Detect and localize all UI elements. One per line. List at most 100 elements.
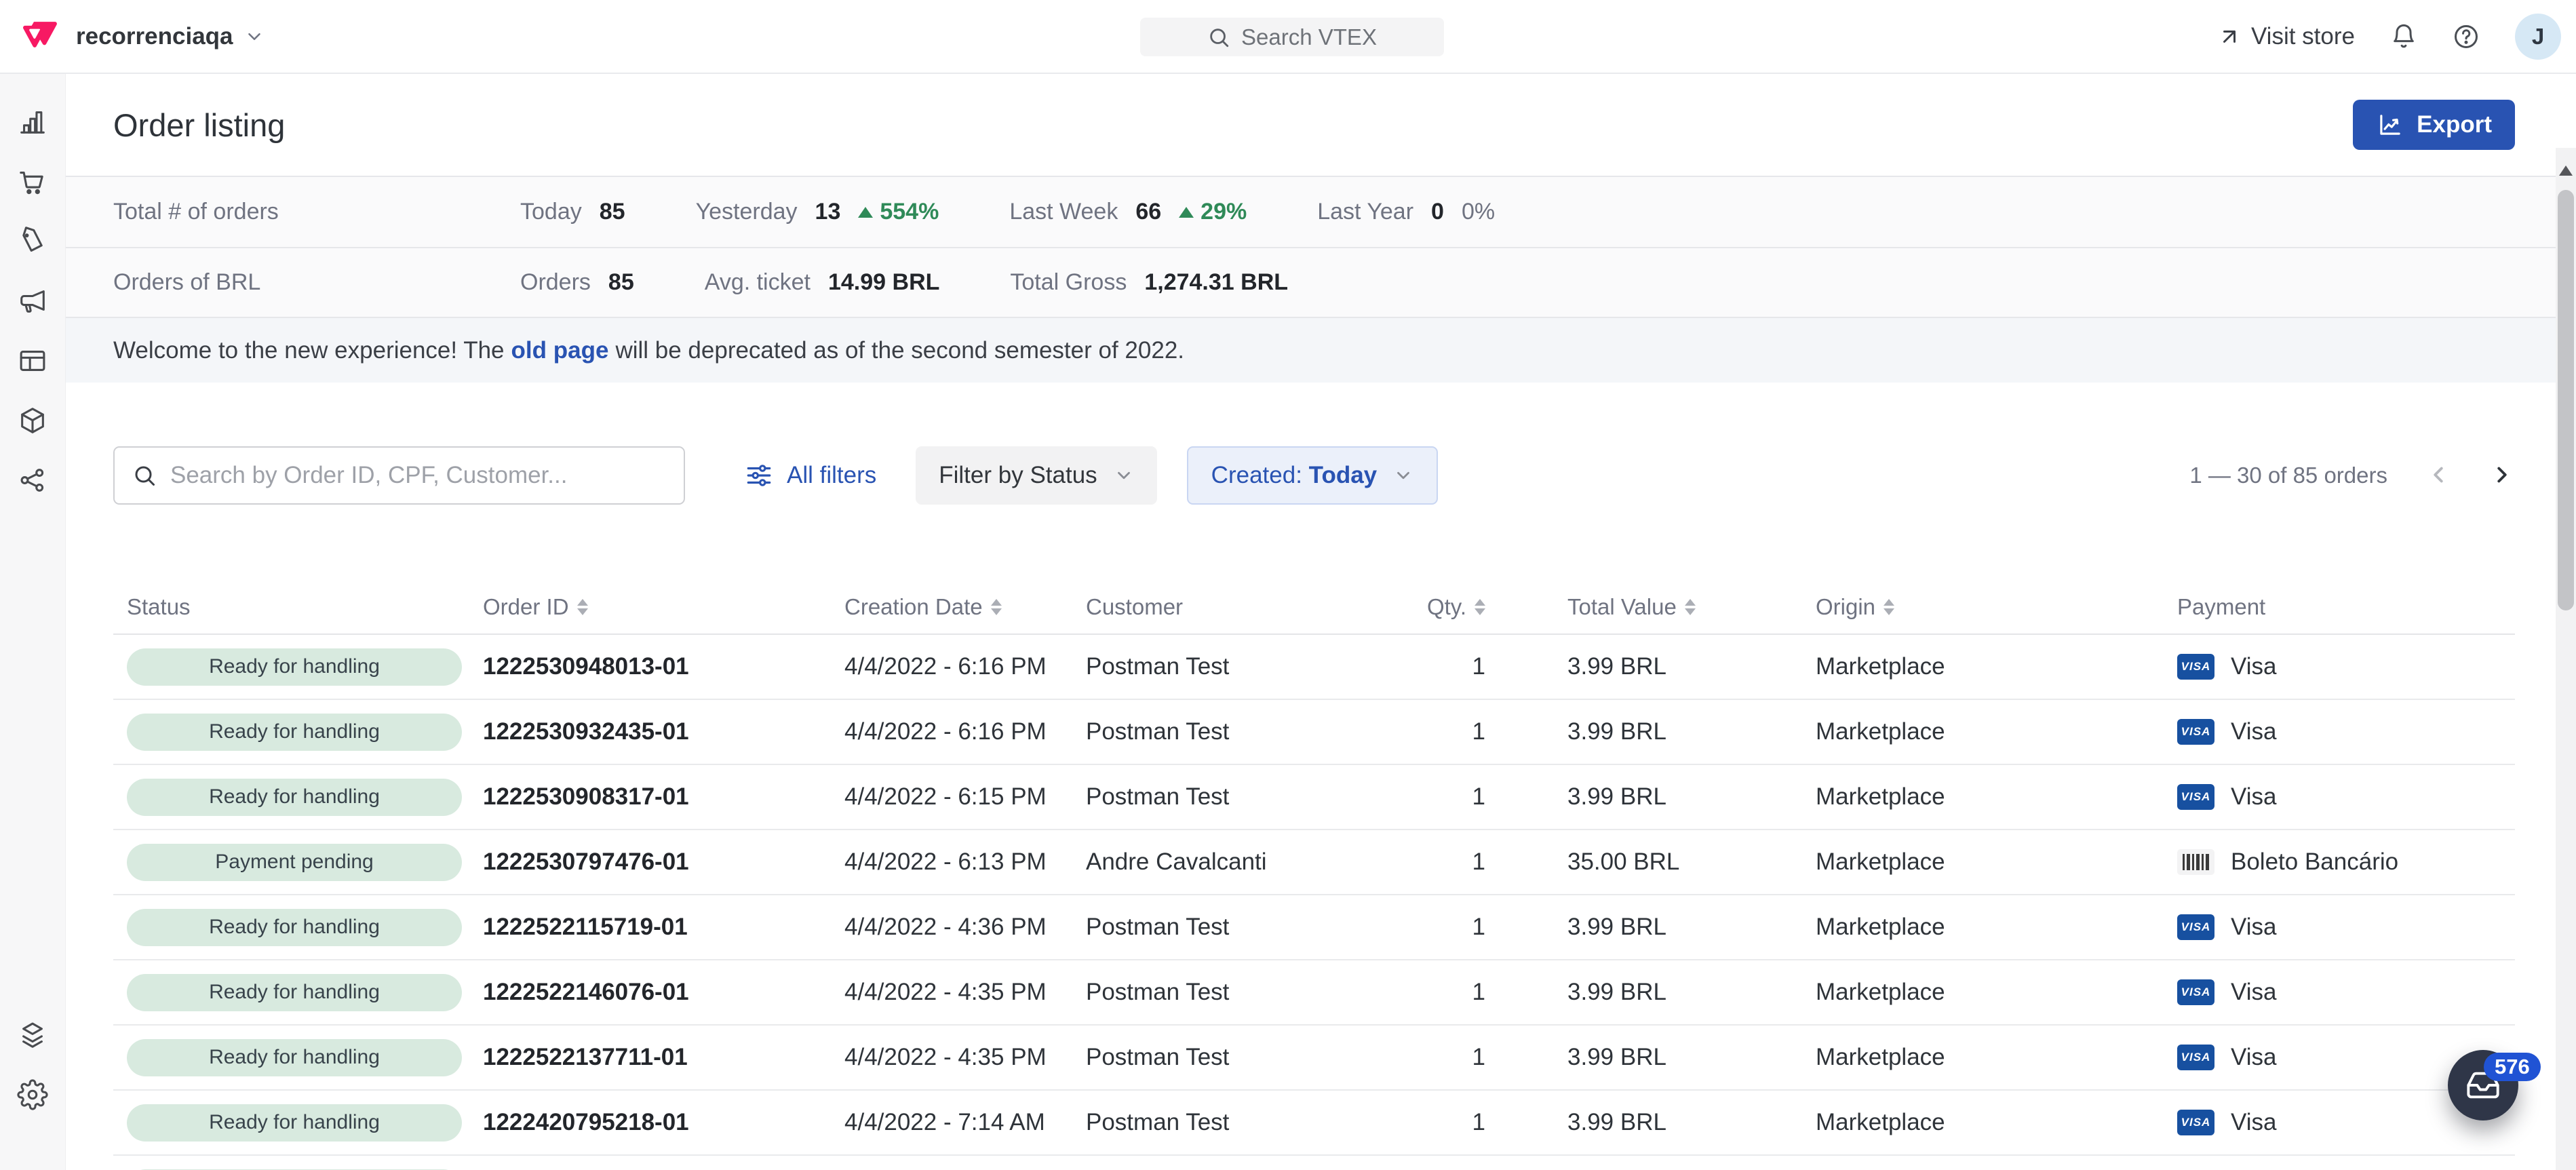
order-row[interactable]: Ready for handling1222522115719-014/4/20… [113,895,2515,960]
status-badge: Ready for handling [127,1039,462,1076]
payment-label: Boleto Bancário [2231,849,2398,876]
status-cell: Ready for handling [113,974,483,1011]
order-search-box [113,446,685,505]
sidebar-item-share[interactable] [17,465,48,496]
order-row[interactable]: Ready for handling1222420795218-014/4/20… [113,1091,2515,1156]
order-row[interactable]: Ready for handling [113,1156,2515,1170]
payment-cell: VISAVisa [2177,653,2515,680]
column-header-origin[interactable]: Origin [1816,594,2177,620]
visa-icon: VISA [2177,784,2214,810]
visit-store-button[interactable]: Visit store [2217,23,2355,50]
sidebar-item-gear[interactable] [17,1079,48,1110]
customer-cell: Postman Test [1086,914,1390,941]
column-header-label: Qty. [1427,594,1466,620]
old-page-link[interactable]: old page [511,337,609,364]
table-body: Ready for handling1222530948013-014/4/20… [113,635,2515,1170]
total-value-cell: 3.99 BRL [1513,718,1816,745]
all-filters-button[interactable]: All filters [745,461,876,490]
payment-label: Visa [2231,1109,2276,1136]
next-page-button[interactable] [2489,462,2515,490]
order-row[interactable]: Ready for handling1222522146076-014/4/20… [113,960,2515,1026]
sort-icon[interactable] [1475,599,1485,615]
customer-cell: Postman Test [1086,718,1390,745]
scroll-up-arrow[interactable] [2556,153,2576,187]
metric-label: Last Week [1009,199,1118,225]
payment-label: Visa [2231,1044,2276,1071]
metric-label: Total Gross [1010,269,1127,296]
customer-cell: Postman Test [1086,653,1390,680]
column-header-label: Order ID [483,594,569,620]
previous-page-button[interactable] [2425,462,2451,490]
order-row[interactable]: Ready for handling1222530932435-014/4/20… [113,700,2515,765]
column-header-label: Status [127,594,191,620]
cart-icon [17,189,48,200]
payment-label: Visa [2231,783,2276,811]
customer-cell: Postman Test [1086,1044,1390,1071]
pagination: 1 — 30 of 85 orders [2189,462,2515,490]
order-row[interactable]: Ready for handling 1222522137711-014/4/20… [113,1026,2515,1091]
scrollbar-thumb[interactable] [2558,190,2574,610]
total-value-cell: 3.99 BRL [1513,1044,1816,1071]
status-badge: Ready for handling [127,648,462,686]
status-filter-dropdown[interactable]: Filter by Status [916,446,1156,505]
sidebar-item-layers[interactable] [17,1019,48,1051]
order-search-input[interactable] [170,462,666,489]
sliders-icon [745,461,773,490]
chart-line-icon [2376,111,2404,139]
global-search[interactable]: Search VTEX [1140,18,1444,56]
stats-row-label: Total # of orders [113,199,520,225]
created-filter-dropdown[interactable]: Created: Today [1187,446,1438,505]
chevron-left-icon [2425,462,2451,488]
tag-icon [17,248,48,260]
avatar[interactable]: J [2515,14,2561,60]
customer-cell: Postman Test [1086,783,1390,811]
sort-icon[interactable] [991,599,1002,615]
quantity-cell: 1 [1390,914,1513,941]
sidebar-item-megaphone[interactable] [17,286,48,317]
order-id-cell: 1222522137711-01 [483,1044,844,1071]
sidebar-item-package[interactable] [17,405,48,436]
sidebar-item-cart[interactable] [17,166,48,197]
creation-date-cell: 4/4/2022 - 6:16 PM [844,653,1086,680]
column-header-label: Creation Date [844,594,983,620]
metric: Avg. ticket14.99 BRL [705,269,940,296]
global-search-placeholder: Search VTEX [1241,24,1377,50]
column-header-total-value[interactable]: Total Value [1513,594,1816,620]
metric-label: Yesterday [696,199,798,225]
column-header-creation-date[interactable]: Creation Date [844,594,1086,620]
metric-delta: 29% [1179,199,1247,225]
order-row[interactable]: Payment pending1222530797476-014/4/2022 … [113,830,2515,895]
sort-icon[interactable] [1685,599,1696,615]
sort-icon[interactable] [1884,599,1894,615]
export-label: Export [2417,111,2492,138]
bell-icon[interactable] [2390,23,2417,50]
chevron-down-icon [1393,465,1413,486]
sidebar-item-bar-chart[interactable] [17,106,48,138]
help-icon[interactable] [2453,23,2480,50]
topbar: recorrenciaqa Search VTEX Visit store J [0,0,2576,74]
order-row[interactable]: Ready for handling1222530908317-014/4/20… [113,765,2515,830]
order-row[interactable]: Ready for handling1222530948013-014/4/20… [113,635,2515,700]
metric: Orders85 [520,269,634,296]
export-button[interactable]: Export [2353,100,2515,150]
customer-cell: Andre Cavalcanti [1086,849,1390,876]
creation-date-cell: 4/4/2022 - 6:15 PM [844,783,1086,811]
creation-date-cell: 4/4/2022 - 4:35 PM [844,1044,1086,1071]
total-value-cell: 3.99 BRL [1513,1109,1816,1136]
visa-icon: VISA [2177,719,2214,745]
account-switcher[interactable]: recorrenciaqa [76,23,265,50]
payment-label: Visa [2231,914,2276,941]
column-header-label: Origin [1816,594,1875,620]
quantity-cell: 1 [1390,849,1513,876]
metric-value: 1,274.31 BRL [1144,269,1288,296]
column-header-qty[interactable]: Qty. [1390,594,1513,620]
column-header-order-id[interactable]: Order ID [483,594,844,620]
vertical-scrollbar[interactable] [2556,148,2576,1170]
barcode-icon [2177,849,2214,875]
sidebar-item-tag[interactable] [17,226,48,257]
status-cell: Ready for handling [113,1039,483,1076]
avatar-initial: J [2532,24,2544,50]
sort-icon[interactable] [577,599,588,615]
sidebar-item-storefront[interactable] [17,345,48,376]
column-header-label: Payment [2177,594,2265,620]
